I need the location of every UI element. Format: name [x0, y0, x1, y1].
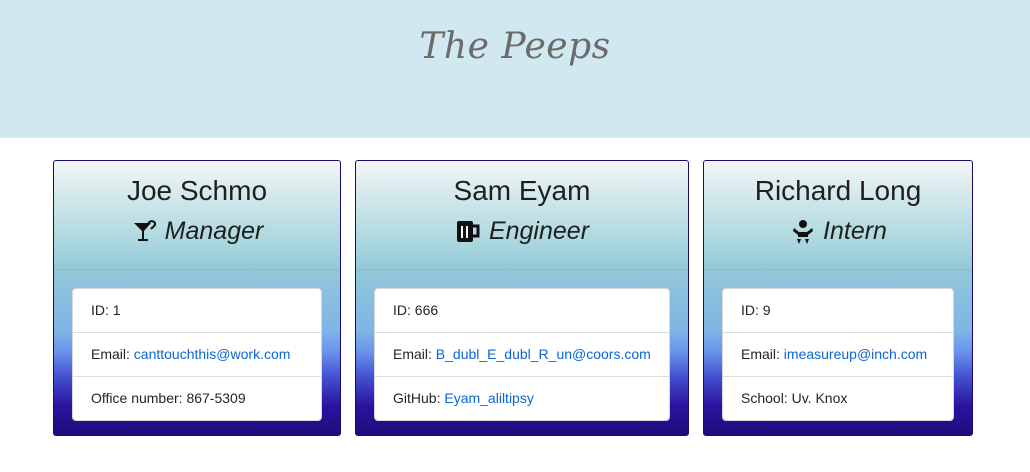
- employee-info-list: ID: 9 Email: imeasureup@inch.com School:…: [722, 288, 954, 421]
- employee-info-list: ID: 1 Email: canttouchthis@work.com Offi…: [72, 288, 322, 421]
- email-link[interactable]: canttouchthis@work.com: [134, 346, 291, 362]
- employee-card-intern: Richard Long Intern ID: 9 Email: imeasur…: [703, 160, 973, 436]
- mug-saucer-icon: [133, 219, 156, 241]
- list-item-school: School: Uv. Knox: [741, 390, 848, 406]
- employee-role: Engineer: [356, 217, 688, 246]
- card-header: Joe Schmo Manager: [54, 161, 340, 270]
- employee-card-engineer: Sam Eyam Engineer ID: 666 Email: B_dubl_…: [355, 160, 689, 436]
- baby-icon: [793, 219, 814, 244]
- list-item-office-number: Office number: 867-5309: [91, 390, 246, 406]
- employee-name: Richard Long: [754, 175, 922, 206]
- page-header: The Peeps: [0, 0, 1030, 138]
- employee-role-label: Manager: [164, 217, 264, 245]
- email-link[interactable]: imeasureup@inch.com: [784, 346, 927, 362]
- employee-role-label: Intern: [823, 217, 887, 245]
- card-header: Sam Eyam Engineer: [356, 161, 688, 270]
- page-title: The Peeps: [419, 26, 611, 67]
- employee-card-manager: Joe Schmo Manager ID: 1 Email: canttouch…: [53, 160, 341, 436]
- list-item-email: Email: B_dubl_E_dubl_R_un@coors.com: [375, 333, 669, 377]
- card-header: Richard Long Intern: [704, 161, 972, 270]
- employee-info-list: ID: 666 Email: B_dubl_E_dubl_R_un@coors.…: [374, 288, 670, 421]
- list-item-github: GitHub: Eyam_aliltipsy: [393, 390, 534, 406]
- list-item-email: Email: imeasureup@inch.com: [723, 333, 953, 377]
- employee-name: Sam Eyam: [453, 175, 591, 206]
- list-item-id: ID: 9: [723, 289, 953, 333]
- employee-role-label: Engineer: [488, 217, 590, 245]
- email-link[interactable]: B_dubl_E_dubl_R_un@coors.com: [436, 346, 651, 362]
- github-link[interactable]: Eyam_aliltipsy: [444, 390, 533, 406]
- list-item-id: ID: 1: [73, 289, 321, 333]
- employee-name: Joe Schmo: [126, 175, 268, 206]
- beer-mug-icon: [456, 220, 480, 242]
- employee-role: Manager: [54, 217, 340, 246]
- employee-role: Intern: [704, 217, 972, 246]
- list-item-email: Email: canttouchthis@work.com: [73, 333, 321, 377]
- list-item-id: ID: 666: [375, 289, 669, 333]
